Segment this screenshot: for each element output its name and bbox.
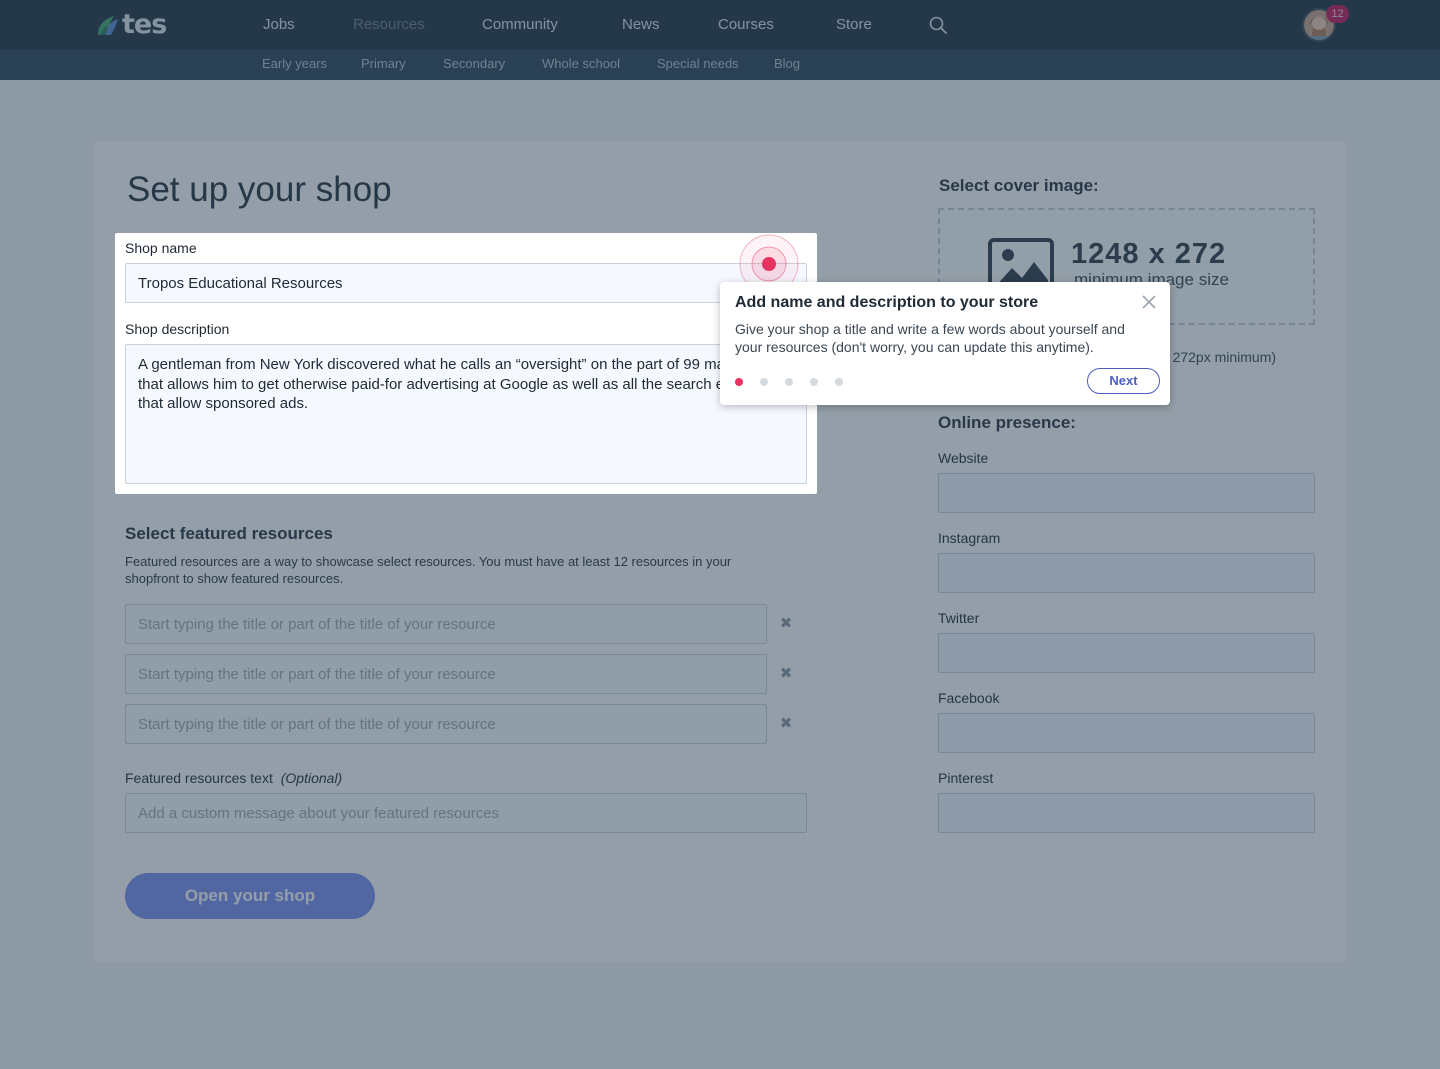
page-title: Set up your shop: [127, 170, 392, 209]
step-dot[interactable]: [735, 378, 743, 386]
tour-title: Add name and description to your store: [735, 294, 1039, 311]
tour-body: Give your shop a title and write a few w…: [735, 321, 1125, 355]
online-presence-heading: Online presence:: [938, 413, 1076, 432]
remove-featured-3-icon[interactable]: ✖: [779, 716, 793, 731]
sub-link-special-needs[interactable]: Special needs: [657, 56, 739, 72]
featured-text-input[interactable]: Add a custom message about your featured…: [125, 793, 807, 833]
facebook-label: Facebook: [938, 690, 1000, 706]
sub-link-primary[interactable]: Primary: [361, 56, 406, 72]
optional-tag: (Optional): [280, 770, 343, 786]
remove-featured-1-icon[interactable]: ✖: [779, 616, 793, 631]
featured-text-label: Featured resources text (Optional): [125, 770, 342, 786]
step-dot[interactable]: [760, 378, 768, 386]
featured-resources-description: Featured resources are a way to showcase…: [125, 554, 732, 586]
nav-link-community[interactable]: Community: [482, 16, 558, 34]
sub-link-whole-school[interactable]: Whole school: [542, 56, 620, 72]
step-dot[interactable]: [810, 378, 818, 386]
website-label: Website: [938, 450, 989, 466]
step-dot[interactable]: [785, 378, 793, 386]
search-icon[interactable]: [929, 16, 947, 34]
notification-badge[interactable]: 12: [1326, 5, 1349, 23]
nav-link-jobs[interactable]: Jobs: [263, 16, 295, 34]
website-input[interactable]: [938, 473, 1315, 513]
instagram-label: Instagram: [938, 530, 1001, 546]
logo-leaf-icon: [96, 13, 120, 37]
remove-featured-2-icon[interactable]: ✖: [779, 666, 793, 681]
top-navigation: tes Jobs Resources Community News Course…: [0, 0, 1440, 50]
featured-resource-search-3[interactable]: Start typing the title or part of the ti…: [125, 704, 767, 744]
featured-resource-search-1[interactable]: Start typing the title or part of the ti…: [125, 604, 767, 644]
tour-tooltip: Add name and description to your store G…: [720, 282, 1170, 405]
sub-navigation: Early years Primary Secondary Whole scho…: [0, 50, 1440, 80]
tes-logo[interactable]: tes: [96, 9, 167, 40]
nav-link-news[interactable]: News: [622, 16, 660, 34]
sub-link-blog[interactable]: Blog: [774, 56, 800, 72]
logo-text: tes: [122, 9, 167, 40]
shop-description-label: Shop description: [125, 321, 230, 337]
open-shop-button[interactable]: Open your shop: [125, 873, 375, 919]
facebook-input[interactable]: [938, 713, 1315, 753]
featured-resource-search-2[interactable]: Start typing the title or part of the ti…: [125, 654, 767, 694]
shop-name-input[interactable]: Tropos Educational Resources: [125, 263, 807, 303]
nav-link-resources[interactable]: Resources: [353, 16, 425, 34]
featured-text-label-text: Featured resources text: [125, 770, 273, 786]
featured-resources-heading: Select featured resources: [125, 524, 333, 543]
tour-next-button[interactable]: Next: [1087, 368, 1160, 394]
shop-description-textarea[interactable]: A gentleman from New York discovered wha…: [125, 344, 807, 484]
shop-name-label: Shop name: [125, 240, 197, 256]
cover-image-heading: Select cover image:: [939, 176, 1099, 195]
instagram-input[interactable]: [938, 553, 1315, 593]
pinterest-input[interactable]: [938, 793, 1315, 833]
step-dot[interactable]: [835, 378, 843, 386]
nav-link-store[interactable]: Store: [836, 16, 872, 34]
sub-link-secondary[interactable]: Secondary: [443, 56, 505, 72]
pinterest-label: Pinterest: [938, 770, 994, 786]
twitter-input[interactable]: [938, 633, 1315, 673]
nav-link-courses[interactable]: Courses: [718, 16, 774, 34]
twitter-label: Twitter: [938, 610, 980, 626]
cover-size-value: 1248 x 272: [1071, 238, 1227, 270]
sub-link-early-years[interactable]: Early years: [262, 56, 327, 72]
close-icon[interactable]: [1141, 294, 1157, 310]
